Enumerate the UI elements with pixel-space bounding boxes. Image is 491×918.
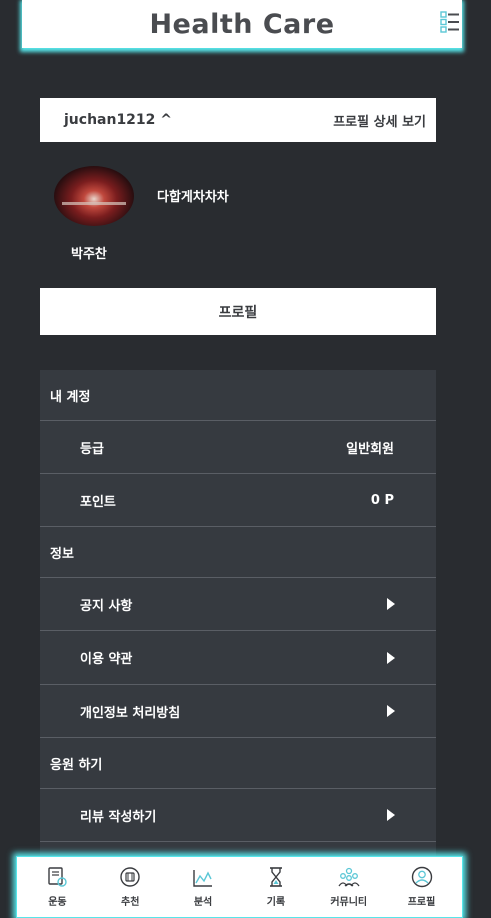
section-info: 정보 [40, 527, 436, 578]
section-title: 내 계정 [50, 389, 91, 405]
play-arrow-icon [387, 705, 395, 717]
play-arrow-icon [387, 651, 395, 664]
grade-value: 일반회원 [346, 441, 394, 457]
menu-item-label: 공지 사항 [80, 598, 133, 614]
menu-item-label: 이용 약관 [80, 652, 133, 667]
nav-label: 프로필 [407, 897, 436, 908]
bottom-navigation: 운동 추천 분석 기록 커뮤니티 프로필 [16, 856, 463, 918]
recommend-icon [120, 867, 140, 887]
menu-item-write-review[interactable]: 리뷰 작성하기 [40, 789, 436, 842]
section-title: 응원 하기 [50, 757, 103, 773]
community-icon [338, 867, 360, 887]
username-dropdown[interactable]: juchan1212 ^ [64, 112, 172, 128]
menu-item-points: 포인트 0 P [40, 474, 436, 527]
menu-item-label: 리뷰 작성하기 [80, 809, 157, 825]
menu-item-label: 개인정보 처리방침 [80, 705, 181, 721]
section-title: 정보 [50, 546, 74, 562]
menu-item-notice[interactable]: 공지 사항 [40, 578, 436, 631]
nav-analysis[interactable]: 분석 [170, 866, 236, 908]
nav-recommend[interactable]: 추천 [97, 866, 163, 908]
profile-bar: juchan1212 ^ 프로필 상세 보기 [40, 98, 436, 142]
section-my-account: 내 계정 [40, 370, 436, 421]
play-arrow-icon [387, 809, 395, 821]
app-header: Health Care [22, 0, 462, 48]
menu-item-privacy[interactable]: 개인정보 처리방침 [40, 685, 436, 738]
nav-profile[interactable]: 프로필 [389, 866, 455, 908]
profile-button[interactable]: 프로필 [40, 288, 436, 335]
nav-label: 분석 [193, 897, 213, 908]
profile-name: 박주찬 [71, 247, 107, 262]
play-arrow-icon [387, 598, 395, 610]
profile-detail-link[interactable]: 프로필 상세 보기 [333, 111, 426, 130]
nav-records[interactable]: 기록 [243, 866, 309, 908]
points-value: 0 P [370, 492, 394, 508]
settings-menu: 내 계정 등급 일반회원 포인트 0 P 정보 공지 사항 이용 약관 개인정보… [40, 370, 436, 860]
hamburger-menu-icon[interactable] [440, 11, 460, 33]
nav-community[interactable]: 커뮤니티 [316, 866, 382, 908]
nav-label: 커뮤니티 [330, 897, 368, 908]
avatar [54, 166, 134, 226]
nav-label: 운동 [48, 897, 67, 908]
nav-exercise[interactable]: 운동 [24, 866, 90, 908]
app-title: Health Care [149, 8, 335, 40]
section-support: 응원 하기 [40, 738, 436, 789]
hourglass-icon [269, 867, 282, 887]
exercise-icon [48, 867, 68, 887]
menu-item-label: 등급 [80, 441, 104, 457]
chart-icon [193, 870, 213, 887]
profile-nickname: 다합게차차차 [157, 190, 229, 205]
nav-label: 추천 [121, 897, 140, 908]
menu-item-label: 포인트 [80, 494, 116, 510]
profile-icon [411, 866, 432, 888]
menu-item-grade: 등급 일반회원 [40, 421, 436, 474]
menu-item-terms[interactable]: 이용 약관 [40, 631, 436, 685]
nav-label: 기록 [266, 897, 286, 908]
